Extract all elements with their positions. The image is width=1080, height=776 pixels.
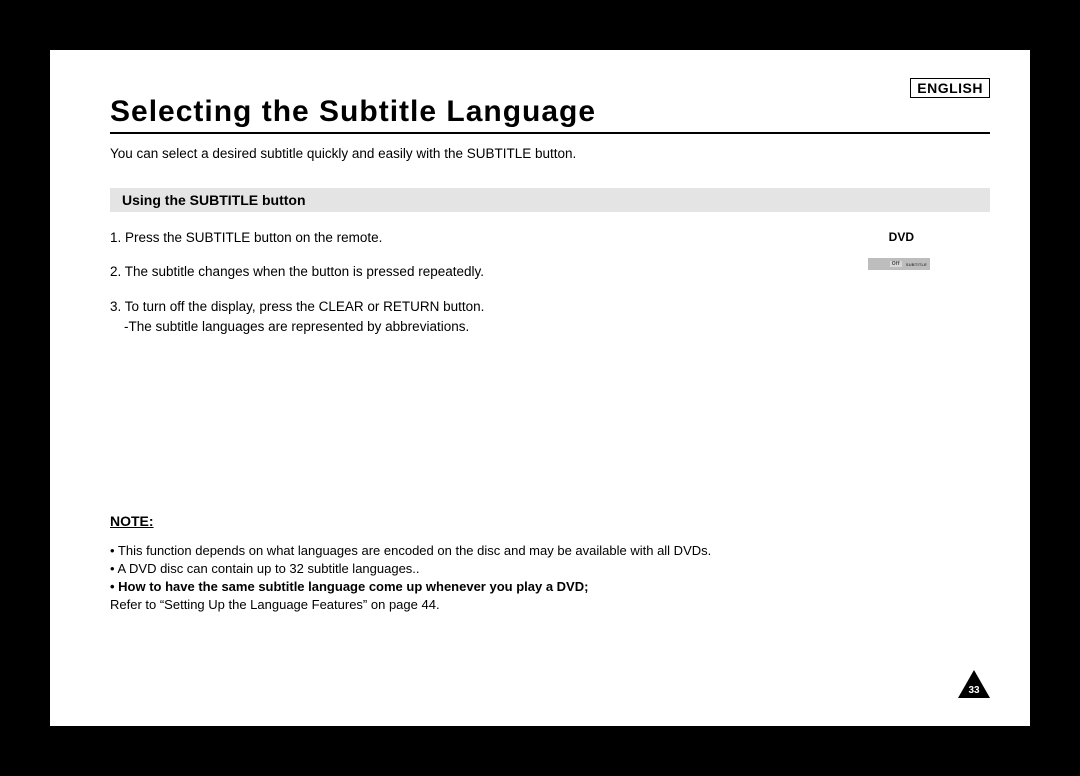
dvd-label: DVD bbox=[889, 230, 914, 244]
step-1: 1. Press the SUBTITLE button on the remo… bbox=[110, 228, 790, 248]
steps-block: 1. Press the SUBTITLE button on the remo… bbox=[110, 228, 790, 351]
page-title: Selecting the Subtitle Language bbox=[110, 95, 596, 129]
osd-off-text: Off bbox=[890, 261, 902, 267]
note-heading: NOTE: bbox=[110, 512, 970, 532]
step-3-line1: 3. To turn off the display, press the CL… bbox=[110, 297, 790, 317]
step-3: 3. To turn off the display, press the CL… bbox=[110, 297, 790, 338]
note-line-2: • A DVD disc can contain up to 32 subtit… bbox=[110, 560, 970, 578]
note-line-4: Refer to “Setting Up the Language Featur… bbox=[110, 596, 970, 614]
note-line-1: • This function depends on what language… bbox=[110, 542, 970, 560]
note-block: NOTE: • This function depends on what la… bbox=[110, 512, 970, 614]
manual-page: ENGLISH Selecting the Subtitle Language … bbox=[50, 50, 1030, 726]
section-heading: Using the SUBTITLE button bbox=[110, 188, 990, 212]
osd-subtitle-text: SUBTITLE bbox=[906, 262, 927, 267]
page-number: 33 bbox=[958, 685, 990, 696]
note-line-3: • How to have the same subtitle language… bbox=[110, 578, 970, 596]
step-3-line2: -The subtitle languages are represented … bbox=[124, 317, 790, 337]
intro-text: You can select a desired subtitle quickl… bbox=[110, 146, 576, 161]
osd-indicator: Off SUBTITLE bbox=[868, 258, 930, 270]
title-rule bbox=[110, 132, 990, 134]
language-tag: ENGLISH bbox=[910, 78, 990, 98]
step-2: 2. The subtitle changes when the button … bbox=[110, 262, 790, 282]
